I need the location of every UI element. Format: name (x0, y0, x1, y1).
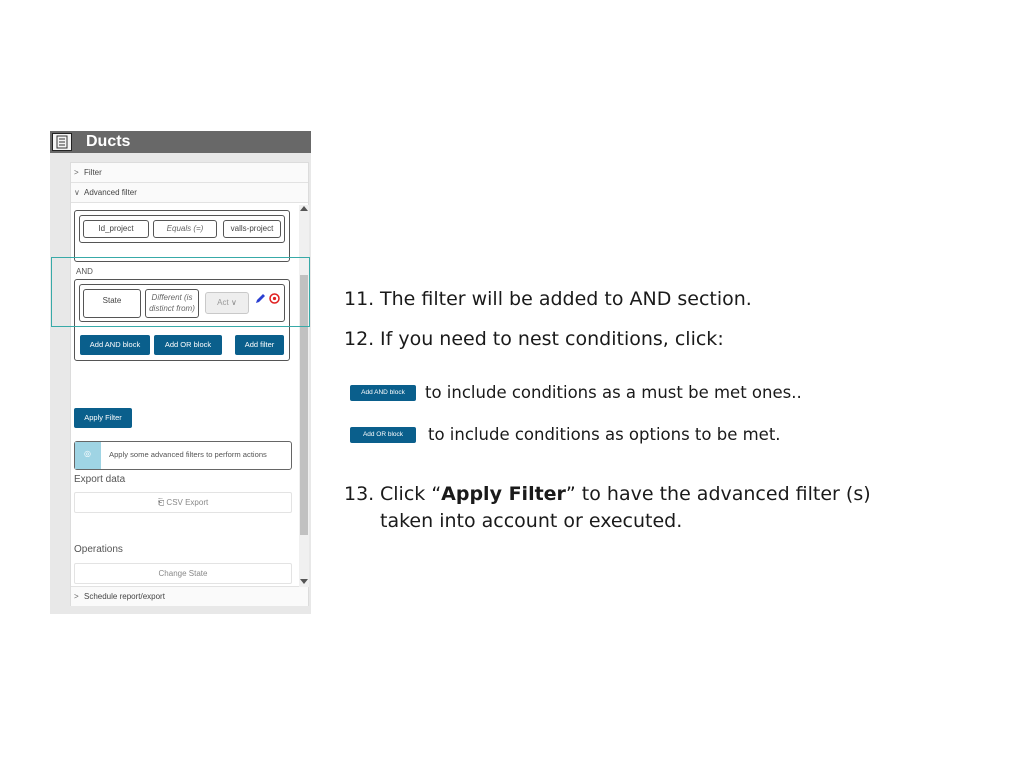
step-13-number: 13. (344, 483, 375, 505)
info-icon-area: ◎ (75, 442, 101, 469)
add-filter-button[interactable]: Add filter (235, 335, 284, 355)
step-12-number: 12. (344, 328, 375, 350)
info-icon: ◎ (84, 449, 91, 458)
step-13-post: ” to have the advanced filter (s) (565, 483, 871, 505)
info-alert: ◎ Apply some advanced filters to perform… (74, 441, 292, 470)
and-section-highlight (51, 257, 310, 327)
operations-label: Operations (74, 544, 123, 555)
ducts-panel: Ducts > Filter ∨ Advanced filter Id_projec… (50, 131, 311, 614)
add-or-block-button[interactable]: Add OR block (154, 335, 222, 355)
step-13-bold: Apply Filter (441, 483, 566, 505)
condition-row-1: Id_project Equals (=) valls-project (79, 215, 285, 243)
add-and-block-button[interactable]: Add AND block (80, 335, 150, 355)
info-message: Apply some advanced filters to perform a… (109, 450, 267, 459)
apply-filter-button[interactable]: Apply Filter (74, 408, 132, 428)
scroll-up-arrow[interactable] (300, 206, 308, 211)
schedule-accordion[interactable]: > Schedule report/export (71, 586, 308, 606)
panel-header: Ducts (50, 131, 311, 153)
chevron-right-icon: > (74, 592, 79, 601)
advanced-filter-accordion[interactable]: ∨ Advanced filter (71, 183, 308, 203)
scroll-down-arrow[interactable] (300, 579, 308, 584)
list-icon[interactable] (52, 133, 72, 151)
and-note: to include conditions as a must be met o… (425, 383, 802, 402)
export-data-label: Export data (74, 474, 126, 485)
condition-block-1: Id_project Equals (=) valls-project (74, 210, 290, 262)
filter-accordion-label: Filter (84, 168, 102, 177)
chevron-down-icon: ∨ (74, 188, 80, 197)
panel-content: > Filter ∨ Advanced filter Id_project Equa… (70, 162, 309, 606)
step-11: 11. The filter will be added to AND secti… (344, 287, 752, 312)
operator-select[interactable]: Equals (=) (153, 220, 217, 238)
csv-export-label: CSV Export (166, 498, 209, 507)
advanced-filter-accordion-label: Advanced filter (84, 188, 137, 197)
add-or-block-example: Add OR block (350, 427, 416, 443)
export-icon: ⎗ (157, 498, 165, 507)
step-11-number: 11. (344, 288, 375, 310)
step-13: 13. Click “Apply Filter” to have the adva… (344, 482, 871, 507)
step-12-text: If you need to nest conditions, click: (380, 328, 724, 350)
chevron-right-icon: > (74, 168, 79, 177)
or-note: to include conditions as options to be m… (428, 425, 781, 444)
filter-accordion[interactable]: > Filter (71, 163, 308, 183)
step-13-pre: Click “ (380, 483, 442, 505)
panel-title: Ducts (86, 133, 131, 150)
csv-export-button[interactable]: ⎗ CSV Export (74, 492, 292, 513)
field-select[interactable]: Id_project (83, 220, 149, 238)
step-11-text: The filter will be added to AND section. (380, 288, 752, 310)
step-12: 12. If you need to nest conditions, click… (344, 327, 724, 352)
schedule-accordion-label: Schedule report/export (84, 592, 165, 601)
value-input[interactable]: valls-project (223, 220, 281, 238)
step-13-line-2: taken into account or executed. (380, 510, 683, 532)
change-state-button[interactable]: Change State (74, 563, 292, 584)
add-and-block-example: Add AND block (350, 385, 416, 401)
